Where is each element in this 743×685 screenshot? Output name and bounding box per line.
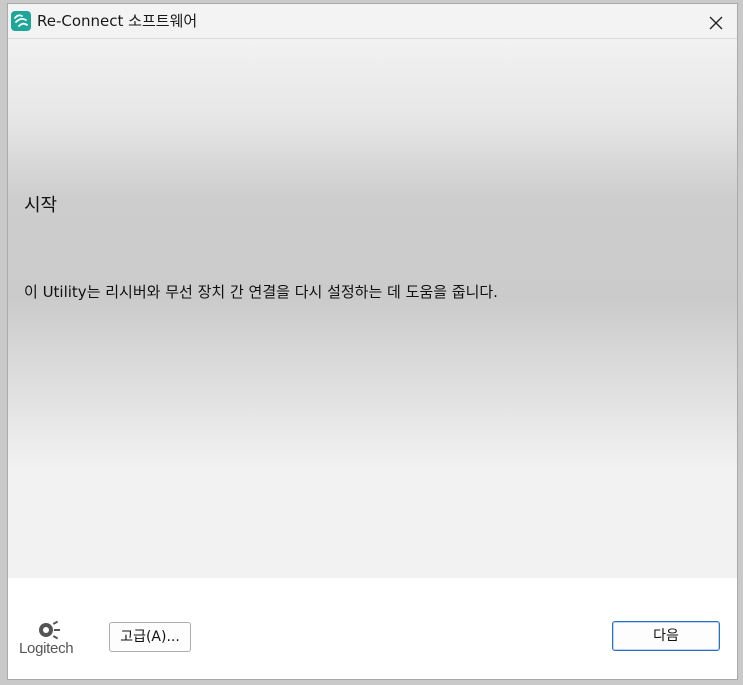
reconnect-window: Re-Connect 소프트웨어 시작 이 Utility는 리시버와 무선 장… [7, 3, 738, 680]
logo-text: Logitech [19, 640, 74, 657]
logitech-mark-icon [39, 620, 60, 640]
close-icon [709, 16, 723, 30]
page-description: 이 Utility는 리시버와 무선 장치 간 연결을 다시 설정하는 데 도움… [24, 283, 498, 301]
footer: Logitech 고급(A)... 다음 [8, 578, 737, 679]
advanced-button[interactable]: 고급(A)... [109, 622, 191, 652]
logitech-logo: Logitech [19, 618, 89, 663]
page-title: 시작 [24, 195, 58, 216]
title-bar[interactable]: Re-Connect 소프트웨어 [8, 4, 737, 39]
close-button[interactable] [705, 12, 727, 34]
window-title: Re-Connect 소프트웨어 [37, 12, 198, 30]
content-panel: 시작 이 Utility는 리시버와 무선 장치 간 연결을 다시 설정하는 데… [8, 39, 737, 578]
next-button[interactable]: 다음 [612, 621, 720, 651]
logitech-reconnect-icon [11, 11, 31, 31]
